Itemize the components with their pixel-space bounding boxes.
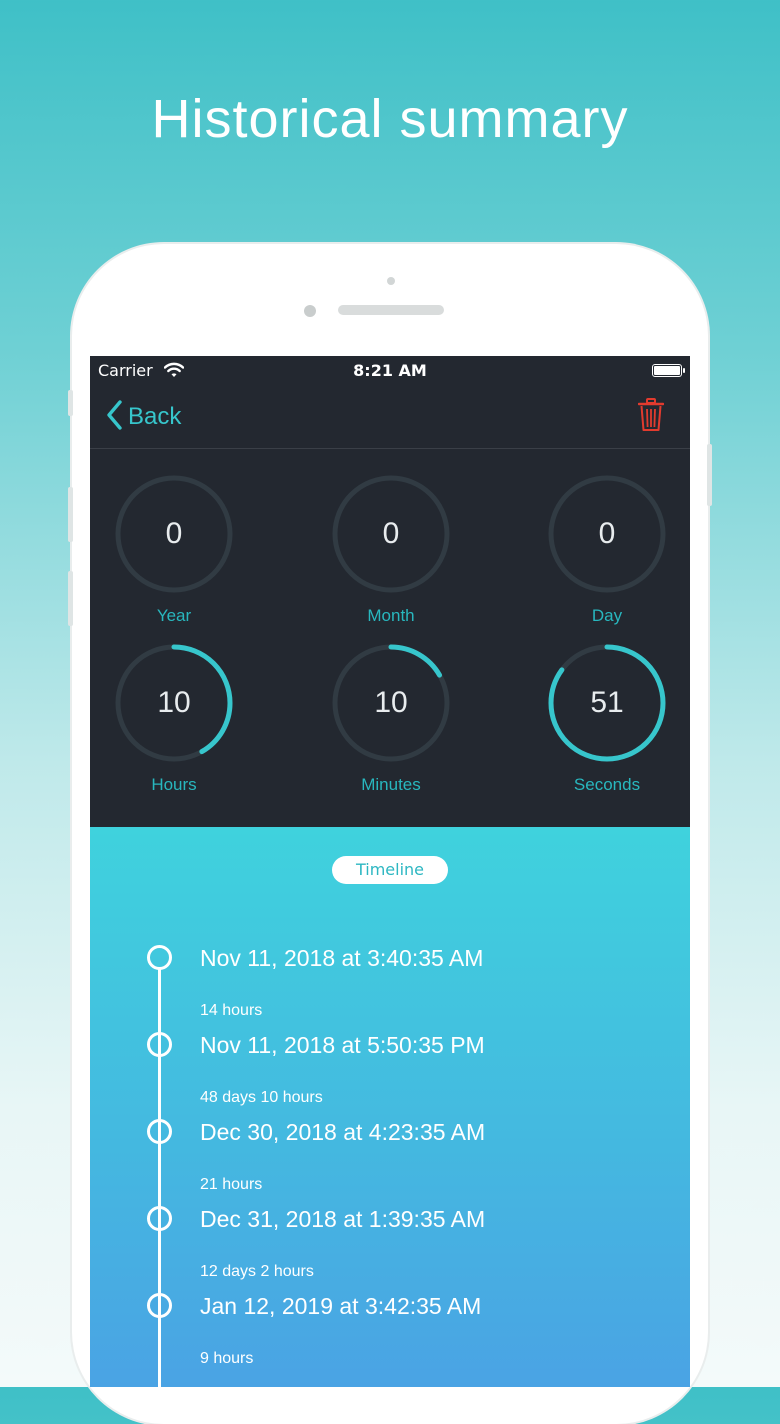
mute-switch [68,390,73,416]
dial-label: Minutes [361,775,421,794]
chevron-left-icon [106,400,122,434]
delete-button[interactable] [637,398,665,436]
power-button [707,444,712,506]
dial-minutes: 10 Minutes [331,643,451,794]
timeline-date: Nov 11, 2018 at 3:40:35 AM [200,945,484,971]
earpiece-speaker [338,305,444,315]
timeline-node [147,1206,172,1231]
dial-label: Day [591,606,623,625]
timeline-date: Nov 11, 2018 at 5:50:35 PM [200,1032,485,1058]
timeline-line [158,968,161,1387]
status-time: 8:21 AM [353,361,427,380]
dial-month: 0 Month [331,474,451,625]
dial-label: Year [156,606,192,625]
back-label: Back [128,403,182,430]
timeline-interval: 12 days 2 hours [200,1263,314,1280]
timeline-date: Jan 12, 2019 at 3:42:35 AM [200,1293,482,1319]
dial-value: 51 [590,686,624,719]
timeline-date: Dec 30, 2018 at 4:23:35 AM [200,1119,486,1145]
timeline-interval: 9 hours [200,1350,254,1367]
dial-value: 10 [157,686,191,719]
navigation-bar: Back [90,386,690,449]
timeline-interval: 48 days 10 hours [200,1089,323,1106]
volume-up-button [68,487,73,542]
app-screen: Carrier 8:21 AM Back 0 Year 0 Month 0 Da… [90,356,690,1387]
dial-value: 10 [374,686,408,719]
volume-down-button [68,571,73,626]
timeline-interval: 21 hours [200,1176,263,1193]
dial-value: 0 [382,517,400,550]
dial-label: Hours [151,775,197,794]
dial-value: 0 [165,517,183,550]
dial-label: Month [367,606,415,625]
status-bar: Carrier 8:21 AM [90,356,690,386]
timeline-node [147,1293,172,1318]
dial-day: 0 Day [547,474,667,625]
timeline-node [147,1119,172,1144]
timeline-tab[interactable]: Timeline [332,856,448,884]
timeline-interval: 14 hours [200,1002,263,1019]
back-button[interactable]: Back [106,400,181,434]
dial-hours: 10 Hours [114,643,234,794]
timeline-node [147,945,172,970]
dial-seconds: 51 Seconds [547,643,667,794]
timeline-panel: Timeline Nov 11, 2018 at 3:40:35 AM 14 ho… [90,827,690,1387]
battery-icon [652,364,685,377]
dial-year: 0 Year [114,474,234,625]
dial-value: 0 [598,517,616,550]
timeline-node [147,1032,172,1057]
trash-icon [637,398,665,436]
headline: Historical summary [151,89,629,149]
front-camera [304,305,316,317]
front-sensor [387,277,395,285]
dial-label: Seconds [573,775,641,794]
timeline-date: Dec 31, 2018 at 1:39:35 AM [200,1206,486,1232]
